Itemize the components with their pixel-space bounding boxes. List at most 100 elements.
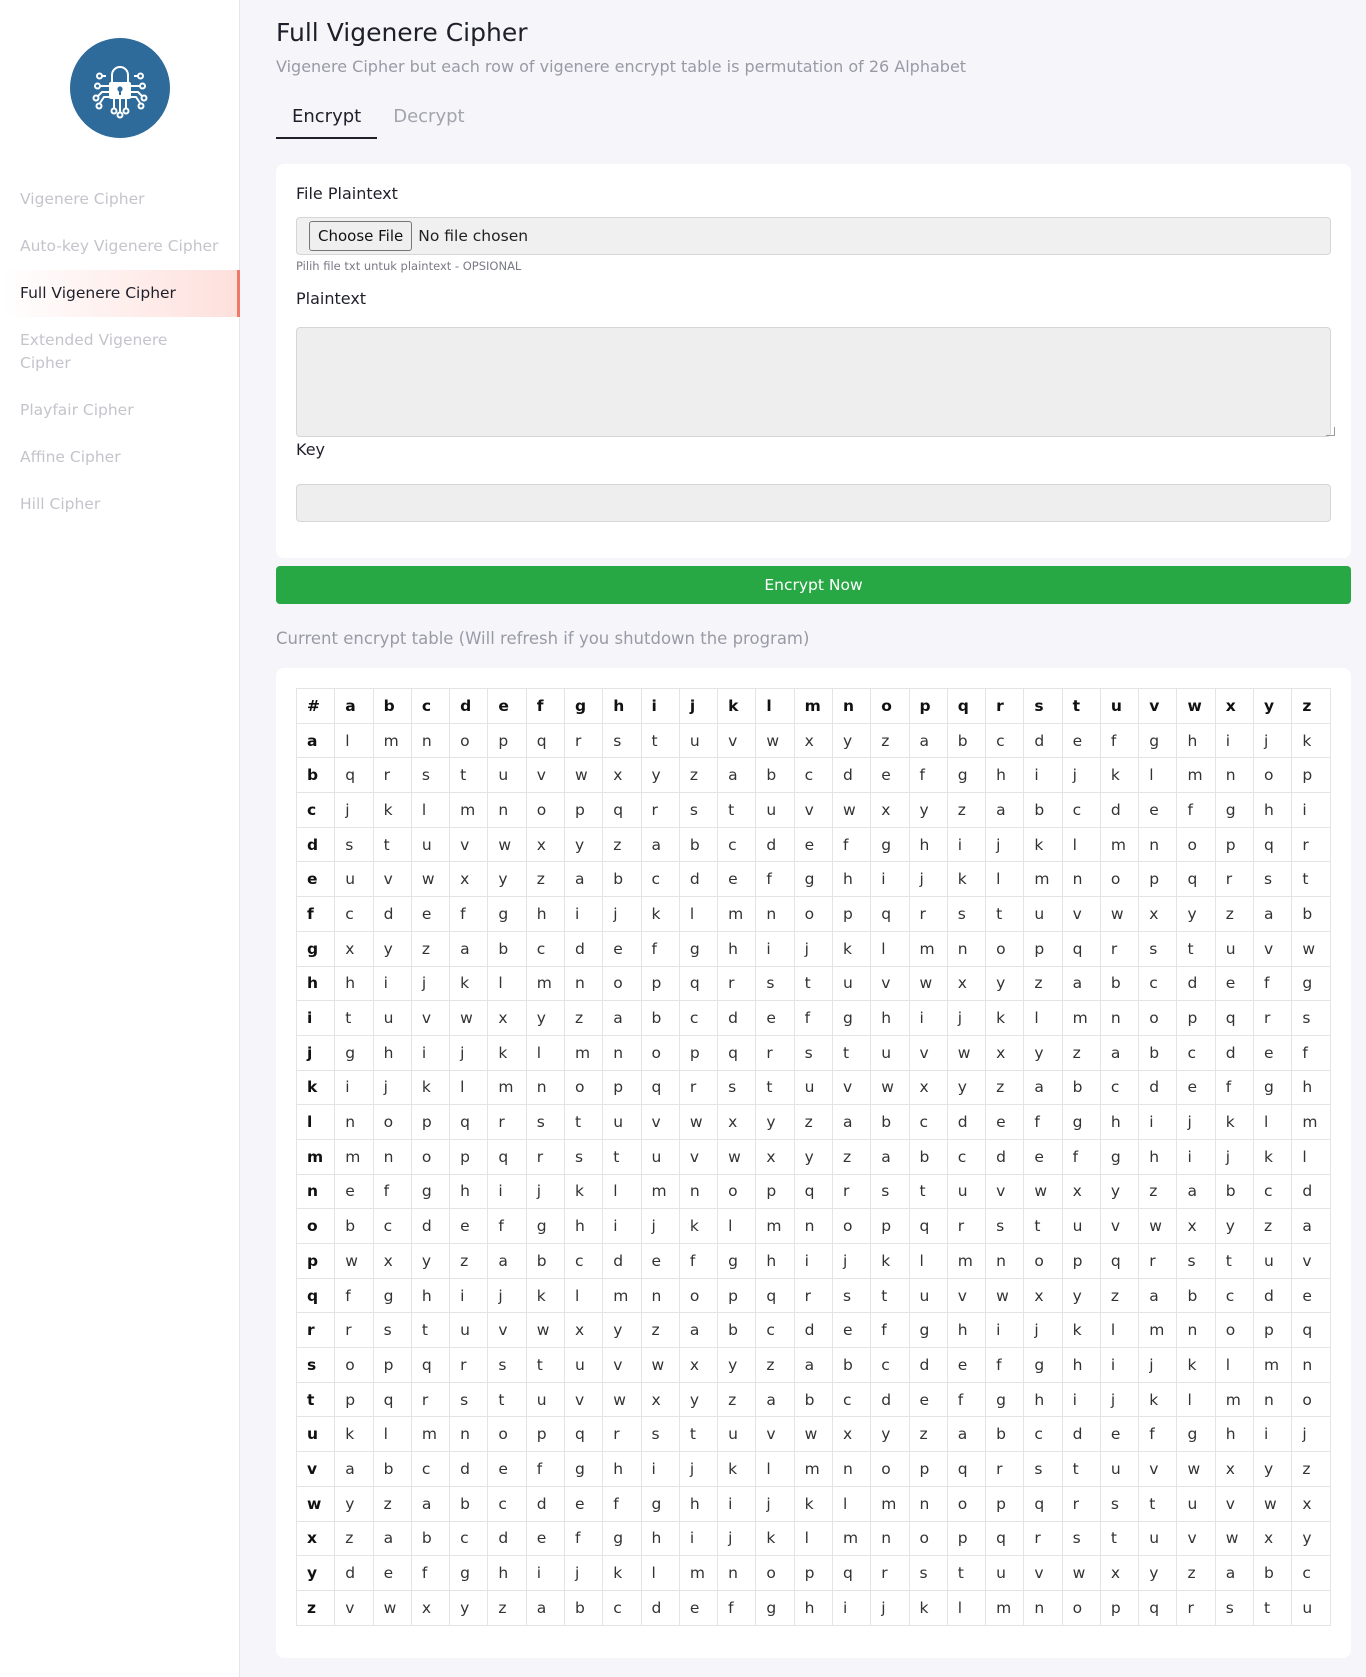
table-cell: i <box>1023 757 1063 794</box>
table-cell: v <box>525 757 565 794</box>
table-cell: u <box>1214 930 1255 967</box>
table-cell: g <box>1023 1347 1063 1383</box>
table-cell: v <box>946 1277 987 1314</box>
table-cell: j <box>334 792 374 828</box>
sidebar-item-hill-cipher[interactable]: Hill Cipher <box>0 481 240 528</box>
sidebar-item-extended-vigenere-cipher[interactable]: Extended Vigenere Cipher <box>0 317 240 387</box>
table-cell: c <box>1176 1034 1216 1071</box>
tab-encrypt[interactable]: Encrypt <box>276 98 378 139</box>
table-cell: w <box>334 1243 374 1279</box>
plaintext-label: Plaintext <box>296 289 367 308</box>
table-cell: w <box>1214 1520 1255 1557</box>
table-cell: h <box>1253 792 1293 828</box>
file-input[interactable]: Choose File No file chosen <box>296 217 1331 255</box>
table-cell: y <box>602 1312 642 1349</box>
table-row-key: q <box>295 1277 336 1314</box>
table-row-key: v <box>295 1451 336 1487</box>
table-cell: c <box>487 1485 527 1522</box>
table-cell: e <box>372 1555 412 1591</box>
table-cell: y <box>1253 1451 1293 1487</box>
table-cell: j <box>563 1555 604 1591</box>
table-cell: f <box>1291 1034 1331 1071</box>
encrypt-now-button[interactable]: Encrypt Now <box>276 566 1351 604</box>
plaintext-textarea[interactable] <box>296 327 1331 437</box>
table-cell: t <box>602 1138 642 1175</box>
table-cell: h <box>678 1485 719 1522</box>
table-cell: j <box>946 1000 987 1036</box>
table-cell: m <box>717 896 757 932</box>
table-cell: y <box>793 1138 833 1175</box>
table-cell: e <box>1099 1416 1140 1453</box>
table-cell: d <box>410 1208 451 1244</box>
table-cell: r <box>1176 1589 1216 1626</box>
table-cell: d <box>1253 1277 1293 1314</box>
key-input[interactable] <box>296 484 1331 522</box>
choose-file-button[interactable]: Choose File <box>309 221 413 251</box>
table-cell: i <box>372 965 412 1002</box>
table-row-key: n <box>295 1173 336 1210</box>
table-cell: z <box>1061 1034 1101 1071</box>
sidebar-nav: Vigenere Cipher Auto-key Vigenere Cipher… <box>0 176 240 528</box>
table-cell: a <box>1061 965 1101 1002</box>
table-cell: f <box>410 1555 451 1591</box>
table-cell: r <box>1138 1243 1178 1279</box>
table-cell: u <box>334 861 374 898</box>
table-row-key: r <box>295 1312 336 1349</box>
table-cell: q <box>1099 1243 1140 1279</box>
table-cell: g <box>563 1451 604 1487</box>
table-cell: b <box>985 1416 1025 1453</box>
table-cell: z <box>870 722 910 759</box>
table-cell: p <box>1214 826 1255 863</box>
sidebar-item-auto-key-vigenere-cipher[interactable]: Auto-key Vigenere Cipher <box>0 223 240 270</box>
table-row-key: f <box>295 896 336 932</box>
sidebar-item-affine-cipher[interactable]: Affine Cipher <box>0 434 240 481</box>
table-cell: k <box>678 1208 719 1244</box>
table-cell: q <box>640 1069 680 1106</box>
table-cell: y <box>410 1243 451 1279</box>
table-cell: j <box>870 1589 910 1626</box>
table-cell: z <box>410 930 451 967</box>
table-cell: p <box>793 1555 833 1591</box>
table-cell: v <box>640 1104 680 1140</box>
table-cell: e <box>678 1589 719 1626</box>
table-cell: d <box>563 930 604 967</box>
sidebar-item-vigenere-cipher[interactable]: Vigenere Cipher <box>0 176 240 223</box>
table-cell: v <box>449 826 489 863</box>
table-cell: b <box>1214 1173 1255 1210</box>
table-cell: m <box>1138 1312 1178 1349</box>
table-cell: z <box>1138 1173 1178 1210</box>
table-cell: o <box>1023 1243 1063 1279</box>
table-cell: q <box>1023 1485 1063 1522</box>
table-cell: n <box>1099 1000 1140 1036</box>
table-cell: w <box>487 826 527 863</box>
table-cell: e <box>755 1000 795 1036</box>
table-cell: b <box>410 1520 451 1557</box>
table-cell: t <box>525 1347 565 1383</box>
table-cell: m <box>831 1520 872 1557</box>
table-cell: o <box>602 965 642 1002</box>
tab-decrypt[interactable]: Decrypt <box>377 98 480 139</box>
sidebar-item-playfair-cipher[interactable]: Playfair Cipher <box>0 387 240 434</box>
table-cell: c <box>985 722 1025 759</box>
table-cell: r <box>1291 826 1331 863</box>
table-cell: q <box>1253 826 1293 863</box>
table-cell: a <box>831 1104 872 1140</box>
table-cell: a <box>678 1312 719 1349</box>
table-cell: p <box>1253 1312 1293 1349</box>
table-row: jghijklmnopqrstuvwxyzabcdef <box>295 1034 1331 1071</box>
resize-grip-icon[interactable] <box>1326 427 1335 436</box>
table-cell: c <box>1214 1277 1255 1314</box>
lock-circuit-icon <box>70 38 170 138</box>
table-cell: o <box>410 1138 451 1175</box>
table-cell: m <box>602 1277 642 1314</box>
table-cell: p <box>1099 1589 1140 1626</box>
table-cell: o <box>831 1208 872 1244</box>
sidebar-item-full-vigenere-cipher[interactable]: Full Vigenere Cipher <box>0 270 240 317</box>
table-cell: h <box>449 1173 489 1210</box>
table-body: almnopqrstuvwxyzabcdefghijkbqrstuvwxyzab… <box>295 722 1331 1626</box>
table-cell: t <box>946 1555 987 1591</box>
table-cell: t <box>372 826 412 863</box>
table-cell: f <box>1061 1138 1101 1175</box>
table-cell: p <box>334 1381 374 1418</box>
table-cell: g <box>1099 1138 1140 1175</box>
